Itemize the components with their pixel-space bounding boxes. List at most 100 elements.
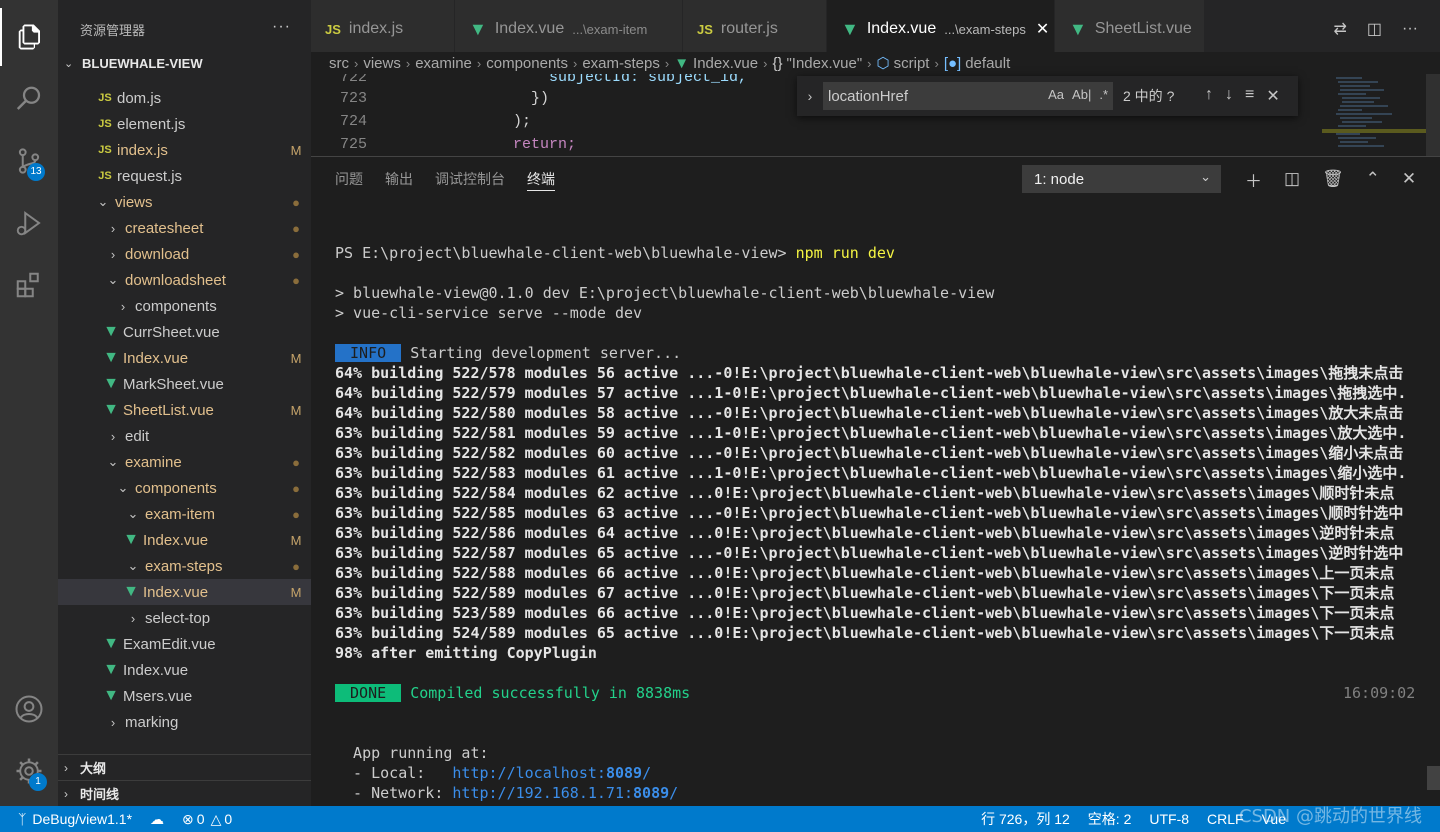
tree-folder[interactable]: › marking: [58, 709, 311, 735]
project-header[interactable]: ⌄ BLUEWHALE-VIEW: [58, 52, 311, 74]
terminal-scrollbar[interactable]: [1427, 766, 1440, 790]
close-icon[interactable]: ✕: [1402, 169, 1416, 189]
tree-item-label: views: [115, 193, 153, 211]
terminal-select[interactable]: 1: node ⌄: [1022, 165, 1221, 193]
local-url[interactable]: http://localhost:: [452, 764, 606, 782]
modified-dot-icon: ●: [292, 558, 300, 574]
tab-exam-item-index-vue[interactable]: ▼ Index.vue ...\exam-item: [455, 0, 683, 58]
tree-folder[interactable]: › createsheet ●: [58, 215, 311, 241]
tree-file[interactable]: ▼ ExamEdit.vue: [58, 631, 311, 657]
tab-terminal[interactable]: 终端: [527, 167, 555, 191]
find-in-selection-icon[interactable]: ≡: [1245, 86, 1254, 106]
extensions-icon[interactable]: [0, 256, 58, 314]
breadcrumb-item[interactable]: default: [965, 55, 1010, 72]
breadcrumb-item[interactable]: src: [329, 55, 349, 72]
maximize-panel-icon[interactable]: ⌃: [1366, 169, 1380, 189]
terminal-line: > vue-cli-service serve --mode dev: [335, 304, 643, 322]
tree-folder[interactable]: › download ●: [58, 241, 311, 267]
search-icon[interactable]: [0, 70, 58, 128]
tree-file[interactable]: ▼ Msers.vue: [58, 683, 311, 709]
arrow-down-icon[interactable]: ↓: [1225, 86, 1233, 106]
tab-problems[interactable]: 问题: [335, 157, 363, 201]
tree-file[interactable]: ▼ CurrSheet.vue: [58, 319, 311, 345]
trash-icon[interactable]: 🗑: [1322, 169, 1344, 189]
find-input[interactable]: locationHref Aa Ab| .*: [823, 82, 1113, 110]
tree-file[interactable]: ▼ Index.vue M: [58, 579, 311, 605]
breadcrumb-item[interactable]: script: [894, 55, 930, 72]
tab-debug-console[interactable]: 调试控制台: [435, 157, 505, 201]
tab-output[interactable]: 输出: [385, 157, 413, 201]
timeline-section[interactable]: › 时间线: [58, 780, 311, 806]
terminal-output[interactable]: PS E:\project\bluewhale-client-web\bluew…: [335, 237, 1425, 807]
tree-folder[interactable]: › edit: [58, 423, 311, 449]
match-word-icon[interactable]: Ab|: [1072, 87, 1091, 102]
vue-file-icon: ▼: [103, 375, 119, 392]
minimap[interactable]: [1322, 74, 1440, 156]
indentation[interactable]: 空格: 2: [1088, 809, 1132, 829]
local-label: - Local:: [335, 764, 453, 782]
match-case-icon[interactable]: Aa: [1048, 87, 1064, 102]
more-icon[interactable]: ···: [1402, 20, 1418, 38]
tree-folder[interactable]: ⌄ exam-item ●: [58, 501, 311, 527]
tab-exam-steps-index-vue[interactable]: ▼ Index.vue ...\exam-steps ✕: [827, 0, 1055, 58]
local-port[interactable]: 8089: [606, 764, 642, 782]
tree-folder[interactable]: ⌄ downloadsheet ●: [58, 267, 311, 293]
toggle-replace-icon[interactable]: ›: [797, 88, 823, 104]
explorer-icon[interactable]: [0, 8, 58, 66]
outline-section[interactable]: › 大纲: [58, 754, 311, 780]
tree-item-label: components: [135, 479, 217, 497]
tree-item-label: Index.vue: [143, 583, 209, 601]
breadcrumb-item[interactable]: examine: [415, 55, 472, 72]
gear-icon[interactable]: 1: [0, 742, 58, 800]
breadcrumb-item[interactable]: views: [363, 55, 401, 72]
tree-file[interactable]: JS dom.js: [58, 85, 311, 111]
source-control-icon[interactable]: 13: [0, 132, 58, 190]
breadcrumb-item[interactable]: exam-steps: [582, 55, 660, 72]
run-debug-icon[interactable]: [0, 194, 58, 252]
line-number: 725: [339, 136, 367, 153]
new-terminal-icon[interactable]: ＋: [1245, 167, 1262, 192]
tree-file[interactable]: ▼ Index.vue M: [58, 527, 311, 553]
network-port[interactable]: 8089: [633, 784, 669, 802]
cursor-position[interactable]: 行 726，列 12: [981, 809, 1070, 829]
arrow-up-icon[interactable]: ↑: [1205, 86, 1213, 106]
branch-indicator[interactable]: ᛉ DeBug/view1.1*: [18, 811, 132, 827]
network-url[interactable]: http://192.168.1.71:: [452, 784, 633, 802]
split-editor-icon[interactable]: ◫: [1367, 19, 1382, 39]
close-icon[interactable]: ✕: [1266, 86, 1279, 106]
close-icon[interactable]: ✕: [1036, 19, 1049, 39]
regex-icon[interactable]: .*: [1099, 87, 1108, 102]
tree-folder[interactable]: › components: [58, 293, 311, 319]
tree-item-label: ExamEdit.vue: [123, 635, 216, 653]
problems-indicator[interactable]: ⊗ 0 △ 0: [182, 811, 232, 828]
tab-sheetlist-vue[interactable]: ▼ SheetList.vue: [1055, 0, 1205, 58]
account-icon[interactable]: [0, 680, 58, 738]
split-terminal-icon[interactable]: ◫: [1284, 169, 1300, 189]
tree-folder[interactable]: ⌄ exam-steps ●: [58, 553, 311, 579]
tab-router-js[interactable]: JS router.js: [683, 0, 827, 58]
tree-file[interactable]: ▼ SheetList.vue M: [58, 397, 311, 423]
tab-index-js[interactable]: JS index.js: [311, 0, 455, 58]
tree-file[interactable]: JS index.js M: [58, 137, 311, 163]
tree-file[interactable]: JS element.js: [58, 111, 311, 137]
more-actions-button[interactable]: ···: [272, 18, 291, 36]
tree-file[interactable]: ▼ Index.vue M: [58, 345, 311, 371]
tree-folder[interactable]: › select-top: [58, 605, 311, 631]
tree-folder[interactable]: ⌄ examine ●: [58, 449, 311, 475]
network-url-tail[interactable]: /: [669, 784, 678, 802]
vue-file-icon: ▼: [123, 531, 139, 548]
local-url-tail[interactable]: /: [642, 764, 651, 782]
tree-folder[interactable]: ⌄ components ●: [58, 475, 311, 501]
scrollbar[interactable]: [1426, 74, 1440, 156]
tree-file[interactable]: ▼ Index.vue: [58, 657, 311, 683]
tree-file[interactable]: ▼ MarkSheet.vue: [58, 371, 311, 397]
encoding[interactable]: UTF-8: [1149, 811, 1189, 827]
open-changes-icon[interactable]: ⇄: [1333, 19, 1346, 39]
breadcrumb-item[interactable]: Index.vue: [693, 55, 758, 72]
tree-folder[interactable]: ⌄ views ●: [58, 189, 311, 215]
breadcrumb-item[interactable]: "Index.vue": [786, 55, 862, 72]
breadcrumb-item[interactable]: components: [486, 55, 568, 72]
tree-file[interactable]: JS request.js: [58, 163, 311, 189]
sync-button[interactable]: ☁: [150, 811, 164, 828]
panel-tabs: 问题 输出 调试控制台 终端: [311, 157, 555, 201]
